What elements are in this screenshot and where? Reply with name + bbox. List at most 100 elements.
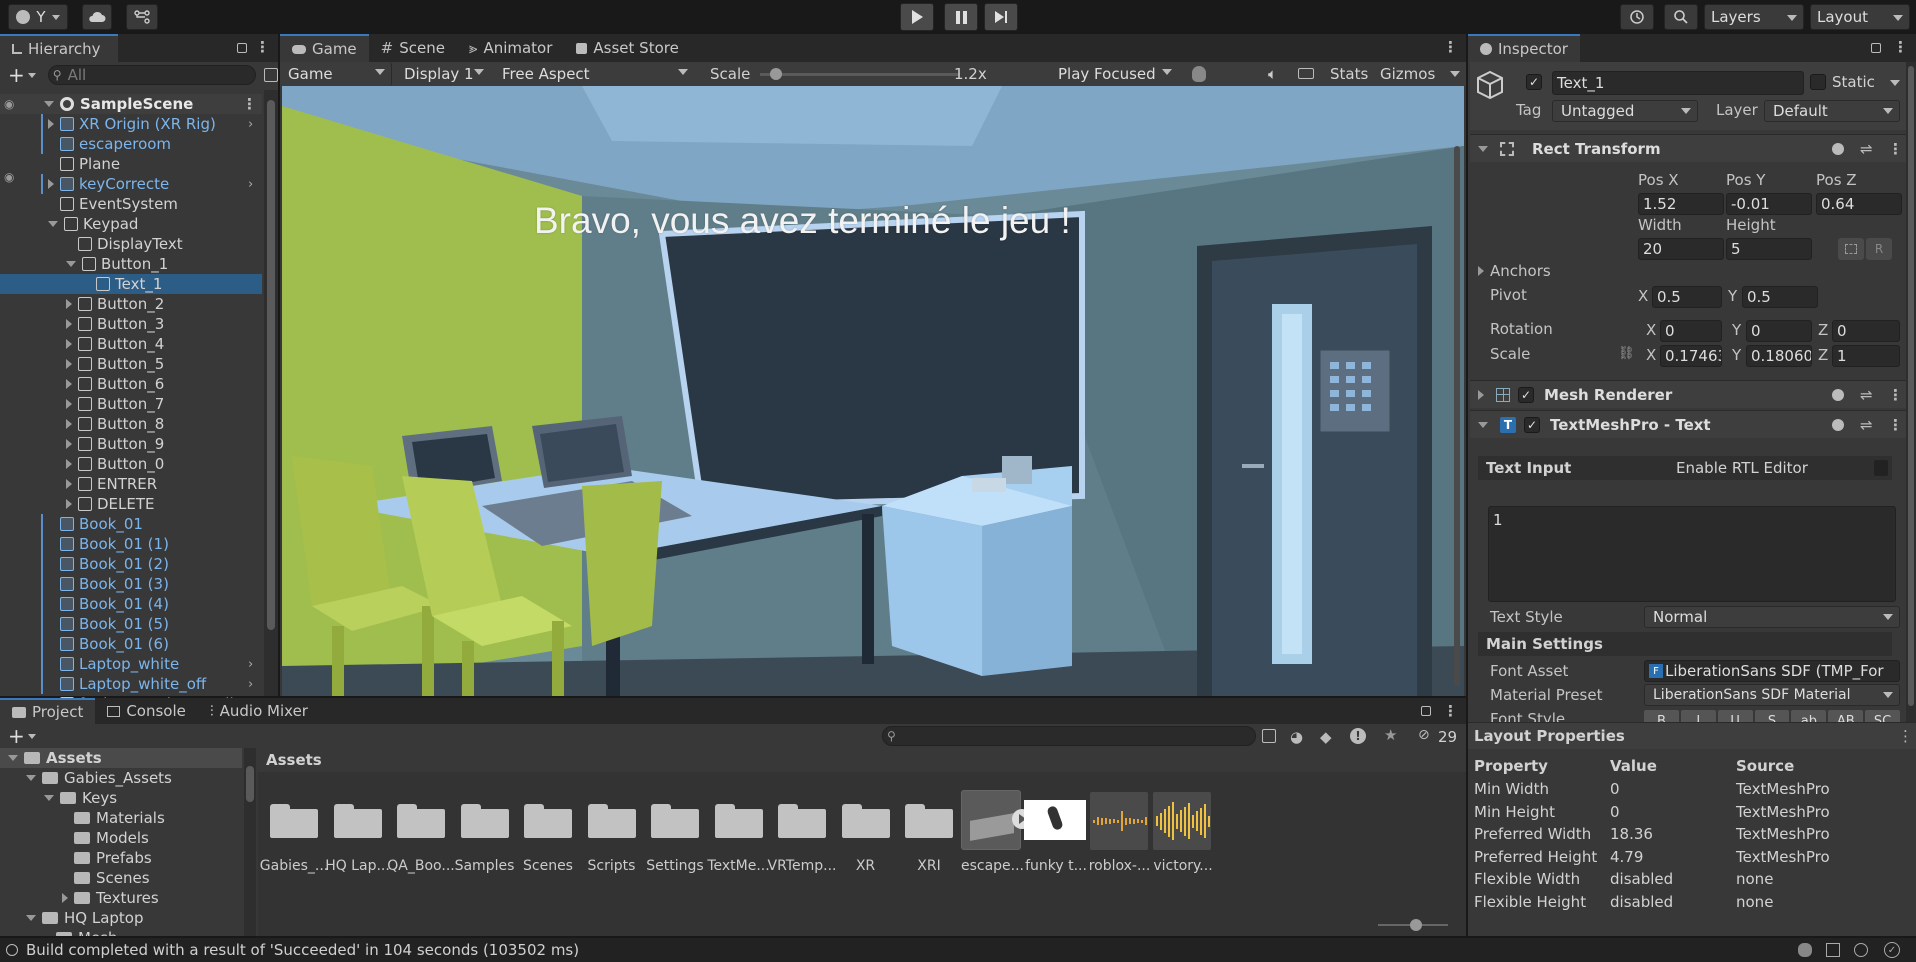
hierarchy-item[interactable]: DELETE xyxy=(0,494,262,514)
presets-icon[interactable]: ⇌ xyxy=(1860,416,1873,434)
chevron-right-icon[interactable]: › xyxy=(248,657,253,672)
progress-check-icon[interactable]: ✓ xyxy=(1884,942,1900,958)
layout-dropdown[interactable]: Layout xyxy=(1810,4,1910,30)
warning-filter-icon[interactable]: ! xyxy=(1350,728,1366,744)
hierarchy-item[interactable]: Keypad xyxy=(0,214,262,234)
kebab-menu-icon[interactable]: ⋮ xyxy=(1888,386,1903,404)
help-icon[interactable] xyxy=(1832,388,1844,401)
project-tree-item[interactable]: Gabies_Assets xyxy=(0,768,242,788)
project-tree-scrollbar[interactable] xyxy=(244,748,256,936)
mesh-renderer-header[interactable]: ✓ Mesh Renderer ⇌ ⋮ xyxy=(1470,380,1906,408)
tab-asset-store[interactable]: Asset Store xyxy=(564,34,690,62)
breadcrumb-assets[interactable]: Assets xyxy=(266,751,322,769)
search-type-icon[interactable] xyxy=(1262,729,1276,743)
play-focused-dropdown[interactable]: Play Focused xyxy=(1050,62,1178,86)
rotation-y-field[interactable]: 0 xyxy=(1746,320,1812,342)
hierarchy-item[interactable]: Book_01 (3) xyxy=(0,574,262,594)
material-preset-dropdown[interactable]: LiberationSans SDF Material xyxy=(1644,684,1900,706)
constrain-proportions-icon[interactable]: ⛓︎ xyxy=(1618,346,1635,361)
project-tree-item[interactable]: Mesh xyxy=(0,928,242,936)
expand-arrow-icon[interactable] xyxy=(66,419,72,429)
hierarchy-item[interactable]: Text_1 xyxy=(0,274,262,294)
static-checkbox[interactable] xyxy=(1810,74,1826,90)
gizmos-button[interactable]: Gizmos xyxy=(1380,65,1435,83)
expand-arrow-icon[interactable] xyxy=(66,439,72,449)
collapse-arrow-icon[interactable] xyxy=(8,755,18,761)
help-icon[interactable] xyxy=(1832,142,1844,155)
hierarchy-item[interactable]: Laptop_white_off › xyxy=(0,674,262,694)
project-tree-item[interactable]: HQ Laptop xyxy=(0,908,242,928)
expand-arrow-icon[interactable] xyxy=(1478,389,1484,400)
tab-hierarchy[interactable]: Hierarchy xyxy=(0,34,118,62)
scale-x-field[interactable]: 0.17463 xyxy=(1660,345,1722,367)
rotation-z-field[interactable]: 0 xyxy=(1832,320,1900,342)
hierarchy-item[interactable]: DisplayText xyxy=(0,234,262,254)
expand-arrow-icon[interactable] xyxy=(66,379,72,389)
search-button[interactable] xyxy=(1664,4,1698,30)
project-tree-item[interactable]: Models xyxy=(0,828,242,848)
expand-arrow-icon[interactable] xyxy=(1478,266,1484,276)
project-tree-item[interactable]: Keys xyxy=(0,788,242,808)
pivot-x-field[interactable]: 0.5 xyxy=(1652,286,1722,308)
expand-arrow-icon[interactable] xyxy=(66,359,72,369)
font-asset-field[interactable]: F LiberationSans SDF (TMP_For xyxy=(1644,660,1900,682)
hierarchy-item[interactable]: Button_9 xyxy=(0,434,262,454)
width-field[interactable]: 20 xyxy=(1638,238,1724,260)
asset-item[interactable]: victory... xyxy=(1145,788,1221,884)
kebab-menu-icon[interactable]: ⋮ xyxy=(1888,140,1903,158)
play-button[interactable] xyxy=(900,3,934,31)
scrollbar-thumb[interactable] xyxy=(267,100,275,630)
layers-dropdown[interactable]: Layers xyxy=(1704,4,1804,30)
kebab-menu-icon[interactable]: ⋮ xyxy=(1888,416,1903,434)
hierarchy-item[interactable]: keyCorrecte › xyxy=(0,174,262,194)
object-name-field[interactable]: Text_1 xyxy=(1552,71,1804,95)
collapse-arrow-icon[interactable] xyxy=(48,221,58,227)
raw-edit-button[interactable]: R xyxy=(1866,238,1892,260)
hierarchy-item[interactable]: Book_01 xyxy=(0,514,262,534)
game-mode-dropdown[interactable]: Game xyxy=(280,62,392,86)
cache-server-icon[interactable] xyxy=(1826,943,1840,957)
hierarchy-item[interactable]: Laptop_white › xyxy=(0,654,262,674)
hierarchy-search-input[interactable]: ⚲ All xyxy=(47,65,257,85)
kebab-menu-icon[interactable]: ⋮ xyxy=(1893,38,1908,56)
slider-thumb[interactable] xyxy=(770,68,782,80)
collapse-arrow-icon[interactable] xyxy=(66,261,76,267)
scrollbar-thumb[interactable] xyxy=(246,766,254,802)
slider-thumb[interactable] xyxy=(1410,919,1422,931)
visibility-eye-icon[interactable]: ◉ xyxy=(4,170,14,184)
step-button[interactable] xyxy=(984,3,1018,31)
chevron-down-icon[interactable] xyxy=(1890,80,1900,86)
pos-z-field[interactable]: 0.64 xyxy=(1816,193,1902,215)
hierarchy-item[interactable]: Button_0 xyxy=(0,454,262,474)
filter-icon[interactable] xyxy=(264,68,278,82)
expand-arrow-icon[interactable] xyxy=(48,179,54,189)
expand-arrow-icon[interactable] xyxy=(62,893,68,903)
tag-dropdown[interactable]: Untagged xyxy=(1552,100,1698,122)
hierarchy-item[interactable]: Book_01 (4) xyxy=(0,594,262,614)
project-tree-item[interactable]: Textures xyxy=(0,888,242,908)
project-tree-item[interactable]: Prefabs xyxy=(0,848,242,868)
project-tree-item[interactable]: Materials xyxy=(0,808,242,828)
collapse-arrow-icon[interactable] xyxy=(1478,145,1488,152)
lock-icon[interactable] xyxy=(1421,706,1431,716)
aspect-dropdown[interactable]: Free Aspect xyxy=(494,62,694,86)
tab-audio-mixer[interactable]: ⫶ Audio Mixer xyxy=(198,698,320,724)
chevron-right-icon[interactable]: › xyxy=(248,177,253,192)
help-icon[interactable] xyxy=(1832,418,1844,431)
hierarchy-item[interactable]: Book_01 (6) xyxy=(0,634,262,654)
chevron-down-icon[interactable] xyxy=(27,72,36,78)
audio-mute-icon[interactable]: 🔈︎ xyxy=(1268,65,1277,83)
rtl-toggle[interactable] xyxy=(1874,460,1888,476)
chevron-right-icon[interactable]: › xyxy=(248,677,253,692)
hierarchy-scrollbar[interactable] xyxy=(264,90,278,696)
inspector-scrollbar[interactable] xyxy=(1906,62,1916,722)
tab-animator[interactable]: ⪢ Animator xyxy=(457,34,564,62)
presets-icon[interactable]: ⇌ xyxy=(1860,386,1873,404)
collapse-arrow-icon[interactable] xyxy=(26,775,36,781)
hierarchy-item[interactable]: Plane xyxy=(0,154,262,174)
mesh-renderer-enabled-checkbox[interactable]: ✓ xyxy=(1518,386,1534,403)
chevron-right-icon[interactable]: › xyxy=(248,117,253,132)
height-field[interactable]: 5 xyxy=(1726,238,1812,260)
pause-button[interactable] xyxy=(944,3,978,31)
hierarchy-item[interactable]: Button_1 xyxy=(0,254,262,274)
